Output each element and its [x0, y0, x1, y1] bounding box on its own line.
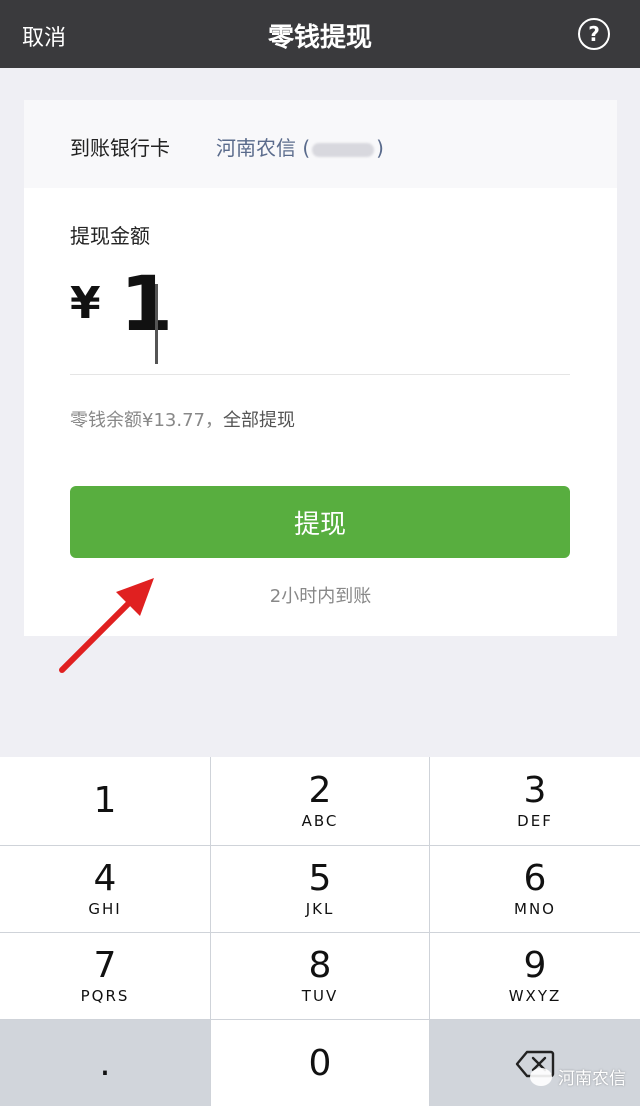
key-number: 5 — [308, 858, 332, 900]
key-8[interactable]: 8 TUV — [211, 933, 429, 1019]
numeric-keypad: 1 2 ABC 3 DEF 4 GHI 5 JKL 6 MNO 7 PQRS 8… — [0, 757, 640, 1106]
bank-card-name[interactable]: 河南农信 () — [216, 132, 384, 161]
withdraw-all-link[interactable]: 全部提现 — [223, 410, 295, 431]
key-number: 7 — [93, 945, 117, 987]
wechat-icon — [530, 1067, 552, 1086]
key-number: 9 — [523, 945, 547, 987]
key-1[interactable]: 1 — [0, 757, 210, 845]
withdraw-button[interactable]: 提现 — [70, 486, 570, 558]
key-letters: JKL — [305, 899, 335, 918]
key-number: 6 — [523, 858, 547, 900]
masked-card-number — [312, 142, 375, 157]
watermark: 河南农信 — [530, 1064, 626, 1089]
key-number: 2 — [308, 770, 332, 812]
key-5[interactable]: 5 JKL — [211, 846, 429, 932]
balance-text: 零钱余额¥13.77，全部提现 — [70, 406, 295, 432]
key-7[interactable]: 7 PQRS — [0, 933, 210, 1019]
balance-amount: 零钱余额¥13.77， — [70, 410, 223, 431]
watermark-text: 河南农信 — [558, 1069, 626, 1089]
key-letters: PQRS — [80, 986, 130, 1005]
currency-symbol: ¥ — [70, 278, 101, 329]
bank-card-label: 到账银行卡 — [70, 136, 170, 160]
key-number: 3 — [523, 770, 547, 812]
key-backspace[interactable] — [430, 1020, 640, 1106]
key-letters: GHI — [88, 899, 122, 918]
help-icon[interactable]: ? — [578, 18, 610, 50]
key-3[interactable]: 3 DEF — [430, 757, 640, 845]
amount-label: 提现金额 — [70, 224, 150, 248]
amount-divider — [70, 374, 570, 375]
key-4[interactable]: 4 GHI — [0, 846, 210, 932]
key-letters: DEF — [517, 811, 553, 830]
text-cursor — [155, 284, 158, 364]
key-number: 1 — [93, 780, 117, 822]
bank-card-row[interactable]: 到账银行卡 河南农信 () — [24, 100, 617, 188]
key-letters: TUV — [301, 986, 339, 1005]
key-0[interactable]: 0 — [211, 1020, 429, 1106]
key-number: 0 — [308, 1042, 332, 1084]
key-9[interactable]: 9 WXYZ — [430, 933, 640, 1019]
key-dot-symbol: . — [99, 1042, 111, 1084]
key-number: 4 — [93, 858, 117, 900]
bank-name-text: 河南农信 ( — [216, 136, 311, 160]
nav-bar: 取消 零钱提现 ? — [0, 0, 640, 68]
key-letters: ABC — [301, 811, 339, 830]
key-letters: MNO — [514, 899, 556, 918]
red-arrow-annotation — [59, 578, 154, 673]
key-dot[interactable]: . — [0, 1020, 210, 1106]
key-6[interactable]: 6 MNO — [430, 846, 640, 932]
key-number: 8 — [308, 945, 332, 987]
bank-name-suffix: ) — [376, 136, 384, 160]
amount-input[interactable]: 1 — [120, 266, 173, 342]
withdraw-card: 到账银行卡 河南农信 () 提现金额 ¥ 1 零钱余额¥13.77，全部提现 提… — [24, 100, 617, 636]
key-2[interactable]: 2 ABC — [211, 757, 429, 845]
page-title: 零钱提现 — [267, 23, 372, 53]
key-letters: WXYZ — [508, 986, 562, 1005]
